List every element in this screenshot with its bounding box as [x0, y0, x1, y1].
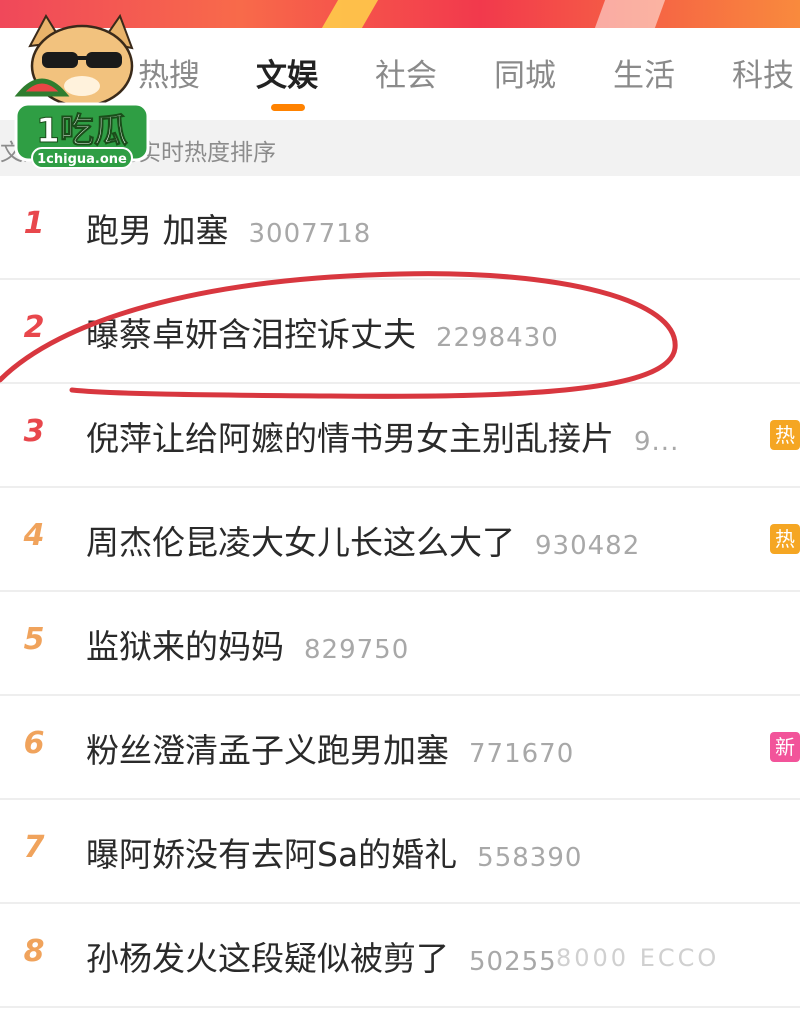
- heat-count: 2298430: [436, 323, 559, 353]
- trending-item[interactable]: 2 曝蔡卓妍含泪控诉丈夫 2298430: [0, 280, 800, 384]
- trending-title: 跑男 加塞: [86, 211, 229, 250]
- trending-title: 周杰伦昆凌大女儿长这么大了: [86, 523, 515, 562]
- rank-number: 8: [23, 934, 45, 969]
- rank-number: 5: [23, 622, 45, 657]
- tab-life[interactable]: 生活: [613, 50, 675, 95]
- trending-title-line: 周杰伦昆凌大女儿长这么大了 930482: [86, 516, 640, 564]
- trending-title: 倪萍让给阿嬷的情书男女主别乱接片: [86, 419, 614, 458]
- trending-item[interactable]: 7 曝阿娇没有去阿Sa的婚礼 558390: [0, 800, 800, 904]
- rank-number: 4: [23, 518, 45, 553]
- trending-title: 曝蔡卓妍含泪控诉丈夫: [86, 315, 416, 354]
- trending-list: 1 跑男 加塞 3007718 2 曝蔡卓妍含泪控诉丈夫 2298430 3 倪萍让给阿嬷的情…: [0, 176, 800, 1008]
- trending-title: 孙杨发火这段疑似被剪了: [86, 939, 449, 978]
- tab-entertainment[interactable]: 文娱: [256, 50, 318, 95]
- trending-title-line: 孙杨发火这段疑似被剪了 50255: [86, 932, 557, 980]
- trending-item[interactable]: 6 粉丝澄清孟子义跑男加塞 771670 新: [0, 696, 800, 800]
- trending-title: 曝阿娇没有去阿Sa的婚礼: [86, 835, 458, 874]
- 1chigua-logo: 1吃瓜 1chigua.one: [14, 13, 150, 169]
- trending-title-line: 曝蔡卓妍含泪控诉丈夫 2298430: [86, 308, 559, 356]
- watermark: 8000 ECCO: [556, 944, 720, 972]
- rank-number: 3: [23, 414, 45, 449]
- tab-local[interactable]: 同城: [494, 50, 556, 95]
- heat-count: 829750: [304, 635, 410, 665]
- new-badge: 新: [770, 732, 800, 762]
- heat-count: 50255: [469, 947, 557, 977]
- rank-number: 1: [23, 206, 45, 241]
- hot-badge: 热: [770, 524, 800, 554]
- tab-society[interactable]: 社会: [375, 50, 437, 95]
- trending-title: 监狱来的妈妈: [86, 627, 284, 666]
- trending-title-line: 监狱来的妈妈 829750: [86, 620, 409, 668]
- banner-decoration: [321, 0, 379, 28]
- trending-title: 粉丝澄清孟子义跑男加塞: [86, 731, 449, 770]
- trending-title-line: 跑男 加塞 3007718: [86, 204, 371, 252]
- trending-title-line: 曝阿娇没有去阿Sa的婚礼 558390: [86, 828, 582, 876]
- trending-title-line: 粉丝澄清孟子义跑男加塞 771670: [86, 724, 574, 772]
- trending-title-line: 倪萍让给阿嬷的情书男女主别乱接片 9...: [86, 412, 679, 460]
- heat-count: 930482: [535, 531, 641, 561]
- heat-count: 771670: [469, 739, 575, 769]
- hot-badge: 热: [770, 420, 800, 450]
- trending-item[interactable]: 3 倪萍让给阿嬷的情书男女主别乱接片 9... 热: [0, 384, 800, 488]
- rank-number: 7: [23, 830, 45, 865]
- trending-item[interactable]: 4 周杰伦昆凌大女儿长这么大了 930482 热: [0, 488, 800, 592]
- heat-count: 9...: [634, 427, 680, 457]
- rank-number: 6: [23, 726, 45, 761]
- rank-number: 2: [23, 310, 45, 345]
- heat-count: 558390: [477, 843, 583, 873]
- tab-tech[interactable]: 科技: [732, 50, 794, 95]
- trending-item[interactable]: 1 跑男 加塞 3007718: [0, 176, 800, 280]
- heat-count: 3007718: [248, 219, 372, 249]
- svg-text:1吃瓜: 1吃瓜: [36, 111, 128, 151]
- active-tab-indicator: [271, 104, 305, 111]
- svg-text:1chigua.one: 1chigua.one: [37, 152, 127, 167]
- banner-decoration: [594, 0, 666, 28]
- trending-item[interactable]: 5 监狱来的妈妈 829750: [0, 592, 800, 696]
